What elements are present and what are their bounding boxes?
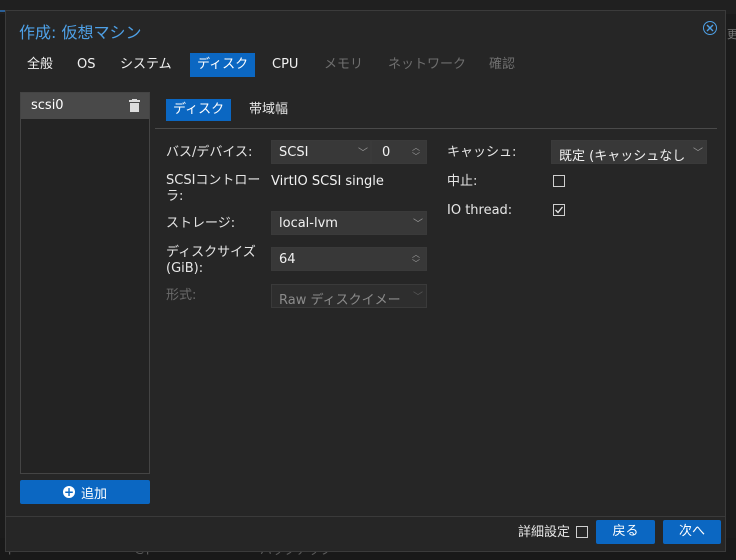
iothread-checkbox[interactable] xyxy=(553,204,565,216)
device-index-value: 0 xyxy=(382,145,391,160)
back-button[interactable]: 戻る xyxy=(596,520,655,544)
trash-icon[interactable] xyxy=(129,99,140,112)
advanced-label: 詳細設定 xyxy=(518,525,571,540)
format-select: Raw ディスクイメー ﹀ xyxy=(271,284,427,308)
discard-checkbox[interactable] xyxy=(553,175,565,187)
plus-circle-icon: + xyxy=(62,485,75,499)
scsi-controller-label-line1: SCSIコントロー xyxy=(166,173,261,188)
disk-size-label-line1: ディスクサイズ xyxy=(166,245,256,260)
spinner-arrows-icon[interactable]: ︿ ﹀ xyxy=(412,250,420,268)
disk-list-item[interactable]: scsi0 xyxy=(21,93,149,119)
discard-label: 中止: xyxy=(447,174,478,189)
tab-cpu[interactable]: CPU xyxy=(265,53,305,77)
close-x-glyph xyxy=(706,24,714,32)
device-index-spinner[interactable]: 0 ︿ ﹀ xyxy=(371,140,427,164)
scsi-controller-value: VirtIO SCSI single xyxy=(271,174,384,189)
next-button[interactable]: 次へ xyxy=(663,520,721,544)
tab-disks[interactable]: ディスク xyxy=(190,53,256,77)
scsi-controller-label: SCSIコントロー ラ: xyxy=(166,173,260,205)
format-select-value: Raw ディスクイメー xyxy=(279,293,401,308)
bus-select[interactable]: SCSI ﹀ xyxy=(271,140,371,164)
dialog-titlebar: 作成: 仮想マシン xyxy=(6,11,725,47)
cache-label: キャッシュ: xyxy=(447,145,517,160)
add-disk-button[interactable]: + 追加 xyxy=(20,480,150,504)
storage-select[interactable]: local-lvm ﹀ xyxy=(271,211,427,235)
bus-select-value: SCSI xyxy=(279,145,309,160)
subtab-bandwidth[interactable]: 帯域幅 xyxy=(242,99,295,121)
iothread-label: IO thread: xyxy=(447,203,513,218)
bus-device-label: バス/デバイス: xyxy=(166,145,253,160)
advanced-checkbox[interactable] xyxy=(576,526,588,538)
chevron-down-icon: ﹀ xyxy=(693,148,703,159)
disk-item-label: scsi0 xyxy=(31,98,64,113)
disk-size-label: ディスクサイズ (GiB): xyxy=(166,245,256,277)
chevron-down-icon: ﹀ xyxy=(413,219,423,230)
add-button-label: 追加 xyxy=(80,486,107,502)
close-icon[interactable] xyxy=(703,21,717,35)
dialog-title: 作成: 仮想マシン xyxy=(19,23,142,42)
spinner-arrows-icon[interactable]: ︿ ﹀ xyxy=(412,143,420,161)
format-label: 形式: xyxy=(166,288,197,303)
tab-network: ネットワーク xyxy=(388,57,467,72)
tab-os[interactable]: OS xyxy=(70,53,102,77)
storage-label: ストレージ: xyxy=(166,216,236,231)
disk-size-input[interactable]: 64 ︿ ﹀ xyxy=(271,247,427,271)
tab-confirm: 確認 xyxy=(489,57,516,72)
tab-general[interactable]: 全般 xyxy=(20,53,60,77)
disk-size-label-line2: (GiB): xyxy=(166,261,204,276)
disk-list: scsi0 xyxy=(20,92,150,474)
create-vm-dialog: 作成: 仮想マシン 全般 OS システム ディスク CPU メモリ ネットワーク… xyxy=(5,10,726,552)
tab-memory: メモリ xyxy=(324,57,364,72)
tab-system[interactable]: システム xyxy=(113,53,179,77)
scsi-controller-label-line2: ラ: xyxy=(166,189,184,204)
disk-size-value: 64 xyxy=(279,252,296,267)
checkmark-icon xyxy=(555,206,564,214)
footer-divider xyxy=(6,516,725,517)
chevron-down-icon: ﹀ xyxy=(358,148,368,159)
cache-select[interactable]: 既定 (キャッシュなし ﹀ xyxy=(551,140,707,164)
subtab-disk[interactable]: ディスク xyxy=(166,99,232,121)
cache-select-value: 既定 (キャッシュなし xyxy=(559,149,686,164)
background-right-text: 更 xyxy=(727,28,736,41)
storage-select-value: local-lvm xyxy=(279,216,338,231)
chevron-down-icon: ﹀ xyxy=(413,292,423,303)
subtab-divider xyxy=(155,128,717,129)
